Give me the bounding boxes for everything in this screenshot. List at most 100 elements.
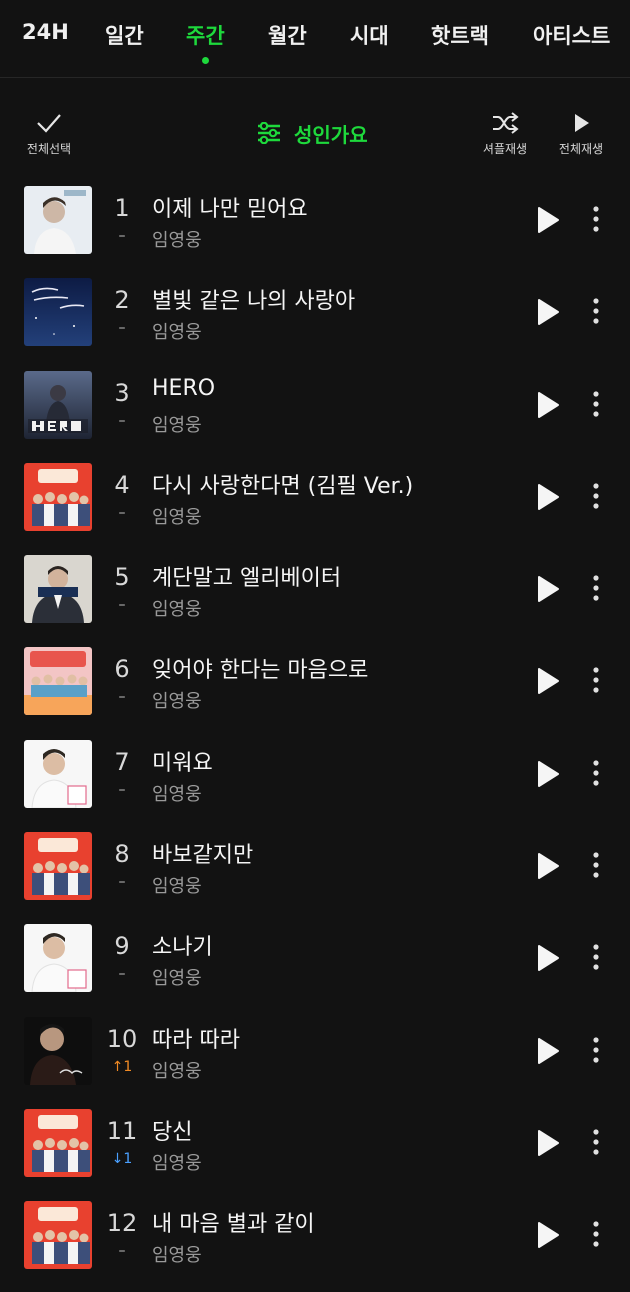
track-row[interactable]: 3 – HERO 임영웅: [0, 355, 630, 447]
tab-artist[interactable]: 아티스트: [533, 20, 610, 60]
album-art: [24, 1201, 92, 1270]
more-vertical-icon: [593, 1037, 599, 1063]
rank-change: –: [118, 1243, 126, 1260]
album-art: [24, 647, 92, 716]
track-more-button[interactable]: [584, 1219, 608, 1249]
track-more-button[interactable]: [584, 204, 608, 234]
shuffle-play-button[interactable]: 셔플재생: [465, 100, 545, 160]
track-row[interactable]: 1 – 이제 나만 믿어요 임영웅: [0, 170, 630, 262]
play-icon: [538, 853, 559, 880]
play-icon: [538, 576, 559, 603]
album-art: [24, 278, 92, 347]
checkmark-icon: [37, 114, 61, 133]
track-play-button[interactable]: [536, 1129, 560, 1157]
track-play-button[interactable]: [536, 206, 560, 234]
track-title: 바보같지만: [152, 843, 254, 869]
album-art: [24, 924, 92, 993]
tab-24h[interactable]: 24H: [22, 20, 69, 60]
play-all-button[interactable]: 전체재생: [541, 100, 621, 160]
play-icon: [575, 114, 589, 132]
track-title: 다시 사랑한다면 (김필 Ver.): [152, 473, 414, 499]
rank-change: –: [118, 320, 126, 337]
tab-hottrack[interactable]: 핫트랙: [431, 20, 489, 60]
play-icon: [538, 207, 559, 233]
track-more-button[interactable]: [584, 942, 608, 972]
track-more-button[interactable]: [584, 850, 608, 880]
rank-change: –: [118, 689, 126, 706]
track-play-button[interactable]: [536, 1037, 560, 1065]
tab-era[interactable]: 시대: [350, 20, 389, 60]
track-more-button[interactable]: [584, 1127, 608, 1157]
track-rank: 2: [114, 286, 130, 315]
tab-label: 시대: [350, 24, 389, 48]
tab-label: 아티스트: [533, 24, 611, 48]
tab-label: 일간: [105, 24, 144, 48]
album-art: [24, 1016, 92, 1085]
track-row[interactable]: 10 ↑1 따라 따라 임영웅: [0, 1001, 630, 1093]
rank-change: –: [118, 504, 126, 521]
rank-change: –: [118, 781, 126, 798]
track-play-button[interactable]: [536, 483, 560, 511]
chart-toolbar: 전체선택 성인가요 셔플재생 전체재생: [0, 100, 630, 170]
tab-daily[interactable]: 일간: [105, 20, 144, 60]
track-row[interactable]: 12 – 내 마음 별과 같이 임영웅: [0, 1185, 630, 1277]
genre-label: 성인가요: [294, 123, 368, 147]
track-play-button[interactable]: [536, 575, 560, 603]
track-more-button[interactable]: [584, 573, 608, 603]
track-more-button[interactable]: [584, 665, 608, 695]
track-rank: 11: [106, 1116, 138, 1145]
track-play-button[interactable]: [536, 944, 560, 972]
track-more-button[interactable]: [584, 296, 608, 326]
shuffle-icon: [493, 112, 519, 134]
track-row[interactable]: 2 – 별빛 같은 나의 사랑아 임영웅: [0, 262, 630, 354]
chart-period-tabs: 24H 일간 주간 월간 시대 핫트랙 아티스트: [0, 0, 630, 78]
track-more-button[interactable]: [584, 1035, 608, 1065]
track-rank: 5: [114, 563, 130, 592]
album-art: [24, 739, 92, 808]
track-row[interactable]: 11 ↓1 당신 임영웅: [0, 1093, 630, 1185]
track-play-button[interactable]: [536, 760, 560, 788]
track-row[interactable]: 9 – 소나기 임영웅: [0, 908, 630, 1000]
more-vertical-icon: [593, 667, 599, 694]
rank-change: –: [118, 228, 126, 244]
track-row[interactable]: 8 – 바보같지만 임영웅: [0, 816, 630, 908]
track-list: 1 – 이제 나만 믿어요 임영웅 2 – 별빛 같은 나의 사랑아 임영웅 3: [0, 170, 630, 1278]
play-all-label: 전체재생: [558, 142, 604, 156]
tab-weekly[interactable]: 주간: [186, 20, 225, 64]
play-icon: [538, 760, 559, 787]
select-all-button[interactable]: 전체선택: [9, 100, 89, 160]
track-row[interactable]: 5 – 계단말고 엘리베이터 임영웅: [0, 539, 630, 631]
track-title: 별빛 같은 나의 사랑아: [152, 289, 356, 315]
rank-change: –: [118, 597, 126, 614]
track-rank: 8: [114, 840, 130, 869]
track-rank: 9: [114, 932, 130, 961]
play-icon: [538, 1037, 559, 1064]
track-play-button[interactable]: [536, 852, 560, 880]
track-row[interactable]: 4 – 다시 사랑한다면 (김필 Ver.) 임영웅: [0, 447, 630, 539]
track-play-button[interactable]: [536, 1221, 560, 1249]
track-play-button[interactable]: [536, 391, 560, 419]
rank-change: ↑1: [111, 1058, 133, 1075]
play-icon: [538, 1222, 559, 1249]
tab-monthly[interactable]: 월간: [268, 20, 307, 60]
track-title: 당신: [152, 1119, 193, 1145]
play-icon: [538, 945, 559, 972]
track-play-button[interactable]: [536, 298, 560, 326]
track-row[interactable]: 6 – 잊어야 한다는 마음으로 임영웅: [0, 631, 630, 723]
track-play-button[interactable]: [536, 667, 560, 695]
track-artist: 임영웅: [152, 230, 202, 251]
album-art: [24, 832, 92, 901]
track-more-button[interactable]: [584, 481, 608, 511]
track-title: 잊어야 한다는 마음으로: [152, 658, 369, 684]
track-title: 미워요: [152, 750, 213, 776]
shuffle-label: 셔플재생: [482, 142, 528, 156]
album-art: [24, 186, 92, 254]
track-more-button[interactable]: [584, 389, 608, 419]
more-vertical-icon: [593, 1221, 599, 1247]
tab-label: 월간: [268, 24, 307, 48]
sliders-icon: [258, 122, 280, 144]
play-icon: [538, 299, 559, 326]
track-row[interactable]: 7 – 미워요 임영웅: [0, 724, 630, 816]
track-title: 따라 따라: [152, 1027, 240, 1053]
track-more-button[interactable]: [584, 758, 608, 788]
